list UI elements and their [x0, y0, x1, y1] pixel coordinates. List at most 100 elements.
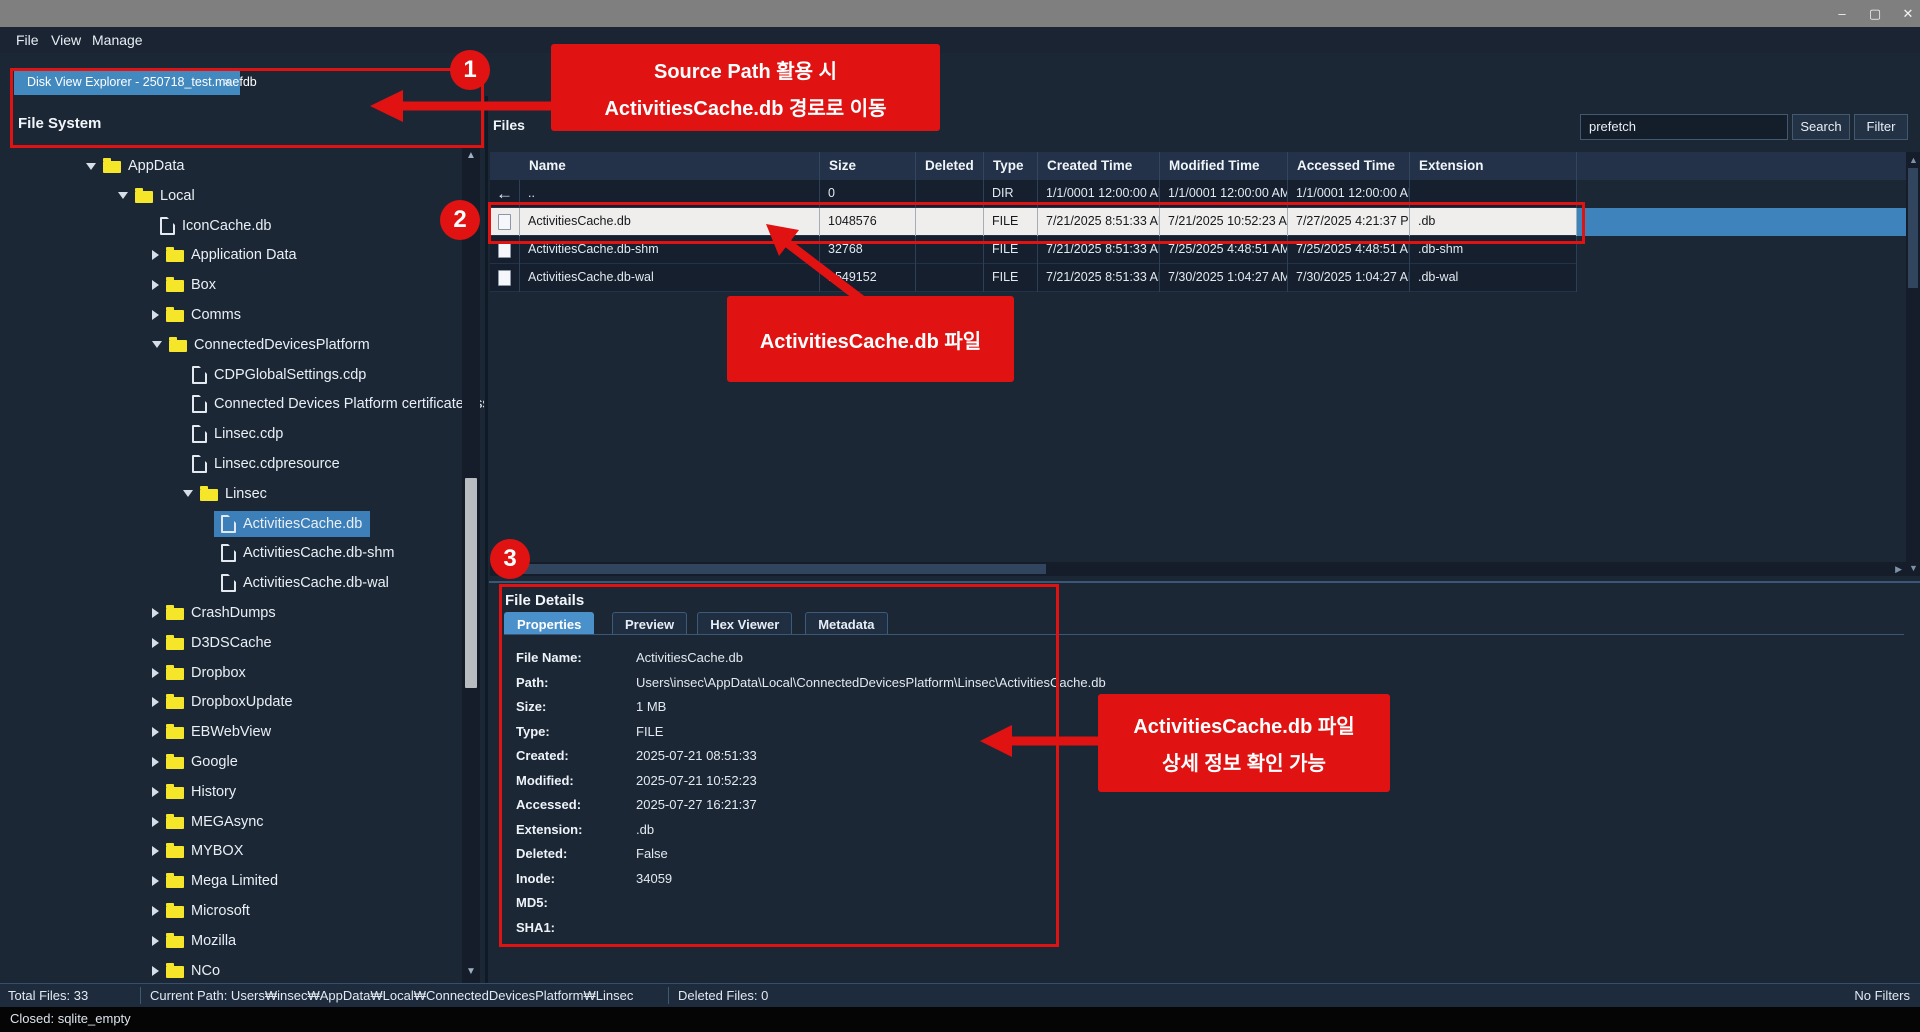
tree-item-linsec[interactable]: Linsec: [0, 481, 462, 507]
tab-close-icon[interactable]: ×: [223, 70, 231, 95]
tree-item-mega-limited[interactable]: Mega Limited: [0, 868, 462, 894]
details-tab-hex-viewer[interactable]: Hex Viewer: [697, 612, 792, 635]
column-header-accessed-time[interactable]: Accessed Time: [1288, 152, 1410, 180]
status-filters: No Filters: [1854, 984, 1910, 1007]
chevron-right-icon[interactable]: [152, 668, 159, 678]
file-row-parent[interactable]: ←..0DIR1/1/0001 12:00:00 AM1/1/0001 12:0…: [490, 180, 1577, 208]
details-tab-properties[interactable]: Properties: [504, 612, 594, 635]
tree-item-activitiescache-db-wal[interactable]: ActivitiesCache.db-wal: [0, 570, 462, 596]
minimize-button[interactable]: –: [1828, 4, 1856, 23]
chevron-down-icon[interactable]: [118, 192, 128, 199]
tree-item-activitiescache-db[interactable]: ActivitiesCache.db: [0, 511, 462, 537]
details-tab-preview[interactable]: Preview: [612, 612, 687, 635]
file-icon: [192, 425, 207, 443]
tree-item-label: Local: [160, 188, 195, 204]
folder-icon: [166, 608, 184, 620]
tree-item-box[interactable]: Box: [0, 272, 462, 298]
table-horizontal-scrollbar[interactable]: ◀ ▶: [490, 562, 1906, 576]
panel-divider[interactable]: [485, 96, 488, 983]
file-row-activitiescache-db-shm[interactable]: ActivitiesCache.db-shm32768FILE7/21/2025…: [490, 236, 1577, 264]
menu-item-file[interactable]: File: [10, 27, 45, 53]
tree-item-ebwebview[interactable]: EBWebView: [0, 719, 462, 745]
tree-item-activitiescache-db-shm[interactable]: ActivitiesCache.db-shm: [0, 540, 462, 566]
chevron-right-icon[interactable]: [152, 876, 159, 886]
tab-underline: [504, 634, 1904, 635]
tree-item-d3dscache[interactable]: D3DSCache: [0, 630, 462, 656]
tree-item-dropboxupdate[interactable]: DropboxUpdate: [0, 689, 462, 715]
property-row-deleted: Deleted:False: [516, 845, 668, 863]
tree-item-connecteddevicesplatform[interactable]: ConnectedDevicesPlatform: [0, 332, 462, 358]
file-row-activitiescache-db[interactable]: ActivitiesCache.db1048576FILE7/21/2025 8…: [490, 208, 1577, 236]
tree-scrollbar[interactable]: ▲ ▼: [462, 146, 480, 983]
close-button[interactable]: ✕: [1894, 4, 1920, 23]
scroll-down-icon[interactable]: ▼: [466, 966, 476, 977]
chevron-right-icon[interactable]: [152, 697, 159, 707]
column-header-name[interactable]: Name: [520, 152, 820, 180]
tree-item-mozilla[interactable]: Mozilla: [0, 928, 462, 954]
tree-item-linsec-cdp[interactable]: Linsec.cdp: [0, 421, 462, 447]
tree-item-megasync[interactable]: MEGAsync: [0, 809, 462, 835]
maximize-button[interactable]: ▢: [1861, 4, 1889, 23]
tree-item-dropbox[interactable]: Dropbox: [0, 660, 462, 686]
cell-size: 1549152: [820, 264, 916, 292]
chevron-right-icon[interactable]: [152, 250, 159, 260]
tree-item-history[interactable]: History: [0, 779, 462, 805]
search-input[interactable]: prefetch: [1580, 114, 1788, 140]
tree-item-iconcache-db[interactable]: IconCache.db: [0, 213, 462, 239]
chevron-right-icon[interactable]: [152, 966, 159, 976]
chevron-right-icon[interactable]: [152, 757, 159, 767]
tree-item-application-data[interactable]: Application Data: [0, 242, 462, 268]
column-header-created-time[interactable]: Created Time: [1038, 152, 1160, 180]
chevron-right-icon[interactable]: [152, 936, 159, 946]
property-value: ActivitiesCache.db: [636, 650, 743, 665]
tree-item-cdpglobalsettings-cdp[interactable]: CDPGlobalSettings.cdp: [0, 362, 462, 388]
property-row-created: Created:2025-07-21 08:51:33: [516, 747, 757, 765]
column-header-size[interactable]: Size: [820, 152, 916, 180]
tree-item-connected-devices-platform-certificates-sst[interactable]: Connected Devices Platform certificates.…: [0, 391, 462, 417]
tree-item-nco[interactable]: NCo: [0, 958, 462, 983]
chevron-right-icon[interactable]: [152, 638, 159, 648]
column-header-type[interactable]: Type: [984, 152, 1038, 180]
chevron-right-icon[interactable]: [152, 310, 159, 320]
tree-item-comms[interactable]: Comms: [0, 302, 462, 328]
annotation-callout-2: ActivitiesCache.db 파일: [727, 296, 1014, 382]
details-tab-metadata[interactable]: Metadata: [805, 612, 887, 635]
chevron-right-icon[interactable]: [152, 906, 159, 916]
chevron-right-icon[interactable]: [152, 817, 159, 827]
chevron-right-icon[interactable]: [152, 727, 159, 737]
chevron-right-icon[interactable]: [152, 608, 159, 618]
tree-item-label: ActivitiesCache.db-wal: [243, 575, 389, 591]
chevron-right-icon[interactable]: [152, 280, 159, 290]
tree-item-appdata[interactable]: AppData: [0, 153, 462, 179]
chevron-down-icon[interactable]: [86, 163, 96, 170]
cell-modified: 7/21/2025 10:52:23 AM: [1160, 208, 1288, 236]
folder-icon: [166, 817, 184, 829]
chevron-down-icon[interactable]: [152, 341, 162, 348]
tree-item-linsec-cdpresource[interactable]: Linsec.cdpresource: [0, 451, 462, 477]
tree-item-mybox[interactable]: MYBOX: [0, 838, 462, 864]
file-row-activitiescache-db-wal[interactable]: ActivitiesCache.db-wal1549152FILE7/21/20…: [490, 264, 1577, 292]
tree-item-google[interactable]: Google: [0, 749, 462, 775]
menu-item-view[interactable]: View: [45, 27, 87, 53]
tree-item-crashdumps[interactable]: CrashDumps: [0, 600, 462, 626]
folder-icon: [166, 757, 184, 769]
chevron-down-icon[interactable]: [183, 490, 193, 497]
search-button[interactable]: Search: [1792, 114, 1850, 140]
document-tab[interactable]: Disk View Explorer - 250718_test.maefdb …: [14, 70, 240, 95]
tree-item-local[interactable]: Local: [0, 183, 462, 209]
cell-extension: [1410, 180, 1577, 208]
column-header-modified-time[interactable]: Modified Time: [1160, 152, 1288, 180]
menu-item-manage[interactable]: Manage: [86, 27, 149, 53]
tree-item-label: Comms: [191, 307, 241, 323]
column-header-extension[interactable]: Extension: [1410, 152, 1577, 180]
scroll-up-icon[interactable]: ▲: [466, 150, 476, 161]
filter-button[interactable]: Filter: [1854, 114, 1908, 140]
log-message: Closed: sqlite_empty: [10, 1011, 131, 1026]
column-header-deleted[interactable]: Deleted: [916, 152, 984, 180]
folder-icon: [135, 191, 153, 203]
table-vertical-scrollbar[interactable]: ▲ ▼: [1906, 152, 1920, 576]
tree-item-microsoft[interactable]: Microsoft: [0, 898, 462, 924]
chevron-right-icon[interactable]: [152, 846, 159, 856]
tree-scrollbar-thumb[interactable]: [465, 478, 477, 688]
chevron-right-icon[interactable]: [152, 787, 159, 797]
